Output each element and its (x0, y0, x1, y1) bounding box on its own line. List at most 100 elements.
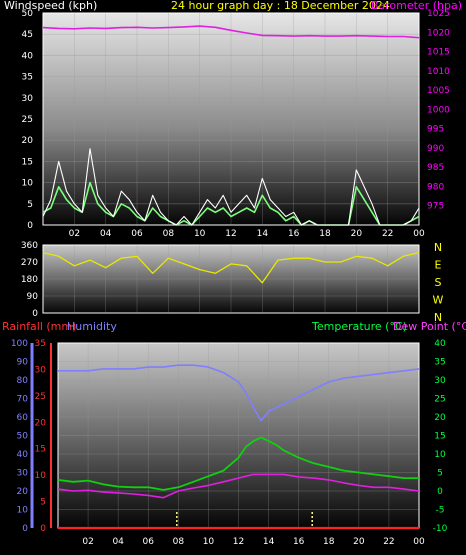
direction-degree-label: 0 (32, 309, 38, 319)
humidity-tick-label: 10 (17, 506, 29, 516)
rainfall-axis-label: Rainfall (mm) (2, 320, 76, 333)
windspeed-tick-label: 45 (22, 30, 33, 40)
rainfall-tick-labels: 0 5 10 15 20 25 30 35 (35, 339, 52, 534)
humidity-tick-label: 80 (17, 376, 29, 386)
humidity-tick-label: 100 (11, 339, 28, 349)
rainfall-tick-label: 15 (35, 445, 46, 455)
time-tick-label: 20 (351, 229, 363, 239)
temperature-tick-label: -10 (433, 524, 448, 534)
temperature-tick-labels: -10 -5 0 5 10 15 20 25 30 35 40 (433, 339, 448, 534)
barometer-tick-label: 1000 (427, 105, 450, 115)
time-tick-label: 02 (82, 537, 93, 547)
windspeed-tick-labels: 0 5 10 15 20 25 30 35 40 45 50 (22, 9, 34, 231)
time-tick-label: 22 (383, 537, 394, 547)
temperature-tick-label: 0 (437, 487, 443, 497)
temperature-time-tick-labels: 02 04 06 08 10 12 14 16 18 20 22 00 (82, 537, 425, 547)
time-tick-label: 12 (233, 537, 244, 547)
time-tick-label: 06 (131, 229, 143, 239)
time-tick-label: 06 (143, 537, 155, 547)
direction-degree-labels: 0 90 180 270 360 (21, 241, 38, 319)
temperature-tick-label: 5 (437, 469, 443, 479)
temperature-tick-label: 40 (434, 339, 446, 349)
temperature-tick-label: 15 (434, 432, 445, 442)
time-tick-label: 10 (194, 229, 206, 239)
humidity-tick-label: 30 (17, 469, 29, 479)
wind-direction-panel: 090180270360 NESWN (21, 241, 444, 324)
humidity-tick-label: 60 (17, 413, 29, 423)
time-tick-label: 18 (323, 537, 335, 547)
time-tick-label: 14 (257, 229, 269, 239)
windspeed-axis-label: Windspeed (kph) (4, 0, 97, 12)
windspeed-tick-label: 20 (22, 136, 34, 146)
barometer-tick-label: 995 (427, 125, 444, 135)
windspeed-tick-label: 30 (22, 94, 34, 104)
rainfall-tick-label: 5 (40, 498, 46, 508)
rainfall-tick-label: 25 (35, 392, 46, 402)
windspeed-tick-label: 0 (27, 221, 33, 231)
windspeed-tick-label: 15 (22, 157, 33, 167)
humidity-tick-label: 40 (17, 450, 29, 460)
barometer-tick-label: 1025 (427, 9, 450, 19)
rainfall-tick-label: 0 (40, 524, 46, 534)
time-tick-label: 02 (69, 229, 80, 239)
temperature-tick-label: 35 (434, 358, 445, 368)
temperature-tick-label: 30 (434, 376, 446, 386)
time-tick-label: 08 (163, 229, 175, 239)
chart-title: 24 hour graph day : 18 December 2024 (171, 0, 390, 12)
time-tick-label: 14 (263, 537, 275, 547)
barometer-tick-label: 985 (427, 163, 444, 173)
dewpoint-axis-label: Dew Point (°C) (393, 320, 466, 333)
humidity-tick-label: 50 (17, 432, 29, 442)
time-tick-label: 12 (225, 229, 236, 239)
direction-degree-label: 270 (21, 258, 38, 268)
time-tick-label: 22 (382, 229, 393, 239)
humidity-tick-label: 70 (17, 395, 29, 405)
wind-barometer-panel: 05101520253035404550 9759809859909951000… (22, 9, 451, 239)
humidity-tick-label: 20 (17, 487, 29, 497)
compass-letter-label: N (434, 241, 442, 254)
barometer-tick-label: 1015 (427, 48, 450, 58)
weather-graph: Windspeed (kph) 24 hour graph day : 18 D… (2, 0, 466, 547)
temperature-tick-label: 10 (434, 450, 446, 460)
temperature-humidity-panel: 0102030405060708090100 05101520253035 -1… (11, 339, 448, 547)
time-tick-label: 08 (173, 537, 185, 547)
time-tick-label: 16 (293, 537, 305, 547)
humidity-tick-label: 0 (22, 524, 28, 534)
temperature-tick-label: -5 (436, 506, 445, 516)
time-tick-label: 18 (319, 229, 331, 239)
direction-degree-label: 360 (21, 241, 38, 251)
windspeed-tick-label: 5 (27, 200, 33, 210)
wind-time-tick-labels: 02 04 06 08 10 12 14 16 18 20 22 00 (69, 229, 425, 239)
rainfall-tick-label: 35 (35, 339, 46, 349)
barometer-tick-label: 1010 (427, 67, 450, 77)
barometer-tick-label: 990 (427, 144, 444, 154)
barometer-tick-labels: 975 980 985 990 995 1000 1005 1010 1015 1020 1025 (427, 9, 450, 212)
time-tick-label: 04 (112, 537, 124, 547)
rainfall-tick-label: 30 (35, 365, 47, 375)
compass-letter-label: S (435, 276, 442, 289)
windspeed-tick-label: 35 (22, 73, 33, 83)
humidity-axis-label: Humidity (67, 320, 117, 333)
time-tick-label: 16 (288, 229, 300, 239)
time-tick-label: 20 (353, 537, 365, 547)
direction-compass-labels: NESWN (433, 241, 444, 324)
barometer-tick-label: 980 (427, 182, 444, 192)
barometer-tick-label: 1020 (427, 28, 450, 38)
time-tick-label: 10 (203, 537, 215, 547)
barometer-tick-label: 1005 (427, 86, 450, 96)
barometer-tick-label: 975 (427, 202, 444, 212)
rainfall-tick-label: 20 (35, 418, 47, 428)
compass-letter-label: E (435, 259, 442, 272)
temperature-tick-label: 20 (434, 413, 446, 423)
time-tick-label: 00 (413, 537, 425, 547)
direction-degree-label: 180 (21, 275, 38, 285)
windspeed-tick-label: 10 (22, 179, 34, 189)
time-tick-label: 04 (100, 229, 112, 239)
time-tick-label: 00 (413, 229, 425, 239)
rainfall-tick-label: 10 (35, 471, 47, 481)
compass-letter-label: W (433, 294, 444, 307)
humidity-tick-labels: 0 10 20 30 40 50 60 70 80 90 100 (11, 339, 34, 534)
temperature-tick-label: 25 (434, 395, 445, 405)
humidity-tick-label: 90 (17, 358, 29, 368)
windspeed-tick-label: 25 (22, 115, 33, 125)
